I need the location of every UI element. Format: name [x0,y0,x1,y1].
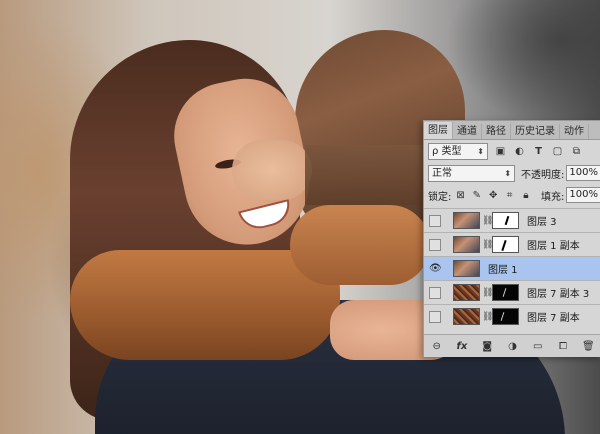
link-icon[interactable]: ⛓︎ [482,288,493,298]
layer-thumbnail [453,284,480,301]
lock-row: 锁定: ⊠ ✎ ✥ ⌗ 🔒︎ 填充: 100% [424,184,600,206]
layer-filter-dropdown[interactable]: ρ 类型 ⬍ [428,142,488,160]
opacity-input[interactable]: 100% [566,165,600,181]
type-filter-icon[interactable]: T [532,145,545,158]
link-layers-icon[interactable]: ⊖ [430,341,444,352]
visibility-toggle[interactable] [429,238,441,251]
layer-mask-thumbnail[interactable] [492,308,519,325]
blend-mode-value: 正常 [432,167,452,179]
layer-name: 图层 7 副本 3 [527,289,590,300]
lock-move-icon[interactable]: ✥ [488,189,498,202]
tab-channels[interactable]: 通道 [453,124,482,139]
hair-patch [305,145,425,205]
opacity-label: 不透明度: [521,169,565,181]
link-icon[interactable]: ⛓︎ [482,216,493,226]
hand-over-face [232,140,312,200]
blend-row: 正常 ⬍ 不透明度: 100% [424,162,600,184]
layer-name: 图层 1 [488,265,518,276]
fill-label: 填充: [541,191,565,203]
layer-thumbnail [453,308,480,325]
image-filter-icon[interactable]: ▣ [494,145,507,158]
tab-layers[interactable]: 图层 [424,122,453,139]
lock-paint-icon[interactable]: ✎ [472,189,482,202]
layer-row[interactable]: ⛓︎ 图层 7 副本 3 [424,280,600,304]
link-icon[interactable]: ⛓︎ [482,312,493,322]
layer-thumbnail [453,212,480,229]
layer-thumbnail [453,260,480,277]
visibility-toggle[interactable] [429,310,441,323]
eye-icon[interactable]: 👁︎ [429,263,442,275]
layer-thumbnail [453,236,480,253]
adjustment-filter-icon[interactable]: ◐ [513,145,526,158]
visibility-toggle[interactable] [429,286,441,299]
lock-all-icon[interactable]: 🔒︎ [521,189,531,202]
lock-label: 锁定: [428,191,452,203]
tab-paths[interactable]: 路径 [482,124,511,139]
add-mask-icon[interactable]: ◙ [480,341,494,352]
layer-name: 图层 7 副本 [527,313,580,324]
filter-row: ρ 类型 ⬍ ▣ ◐ T ▢ ⧉ [424,140,600,162]
layer-row[interactable]: ⛓︎ 图层 7 副本 [424,304,600,328]
adjustment-layer-icon[interactable]: ◑ [505,341,519,352]
layer-filter-label: ρ 类型 [432,145,462,157]
layer-row[interactable]: ⛓︎ 图层 1 副本 [424,232,600,256]
fill-input[interactable]: 100% [566,187,600,203]
layer-mask-thumbnail[interactable] [492,236,519,253]
shape-filter-icon[interactable]: ▢ [551,145,564,158]
blend-mode-dropdown[interactable]: 正常 ⬍ [428,164,516,182]
chevron-updown-icon: ⬍ [504,168,512,178]
link-icon[interactable]: ⛓︎ [482,240,493,250]
layer-mask-thumbnail[interactable] [492,284,519,301]
panel-tabs: 图层 通道 路径 历史记录 动作 [424,121,600,140]
folder-icon[interactable]: ▭ [531,341,545,352]
layer-name: 图层 3 [527,217,557,228]
new-layer-icon[interactable]: ⧠ [556,341,570,352]
chevron-updown-icon: ⬍ [477,146,484,156]
layers-panel: 图层 通道 路径 历史记录 动作 ρ 类型 ⬍ ▣ ◐ T ▢ ⧉ 正常 ⬍ 不… [423,120,600,357]
layer-list: ⛓︎ 图层 3 ⛓︎ 图层 1 副本 👁︎ 图层 1 ⛓︎ 图层 7 副本 3 … [424,208,600,328]
visibility-toggle[interactable] [429,214,441,227]
smart-filter-icon[interactable]: ⧉ [570,145,583,158]
lock-transparent-icon[interactable]: ⊠ [455,189,465,202]
layer-mask-thumbnail[interactable] [492,212,519,229]
tab-history[interactable]: 历史记录 [511,124,560,139]
trash-icon[interactable]: 🗑︎ [581,341,595,352]
lock-artboard-icon[interactable]: ⌗ [504,189,514,202]
tab-actions[interactable]: 动作 [560,124,589,139]
layer-name: 图层 1 副本 [527,241,580,252]
layer-row[interactable]: ⛓︎ 图层 3 [424,208,600,232]
layer-row-selected[interactable]: 👁︎ 图层 1 [424,256,600,280]
layers-panel-toolbar: ⊖ fx ◙ ◑ ▭ ⧠ 🗑︎ [424,334,600,357]
fx-button[interactable]: fx [455,341,469,352]
leather-sleeve-right [290,205,430,285]
